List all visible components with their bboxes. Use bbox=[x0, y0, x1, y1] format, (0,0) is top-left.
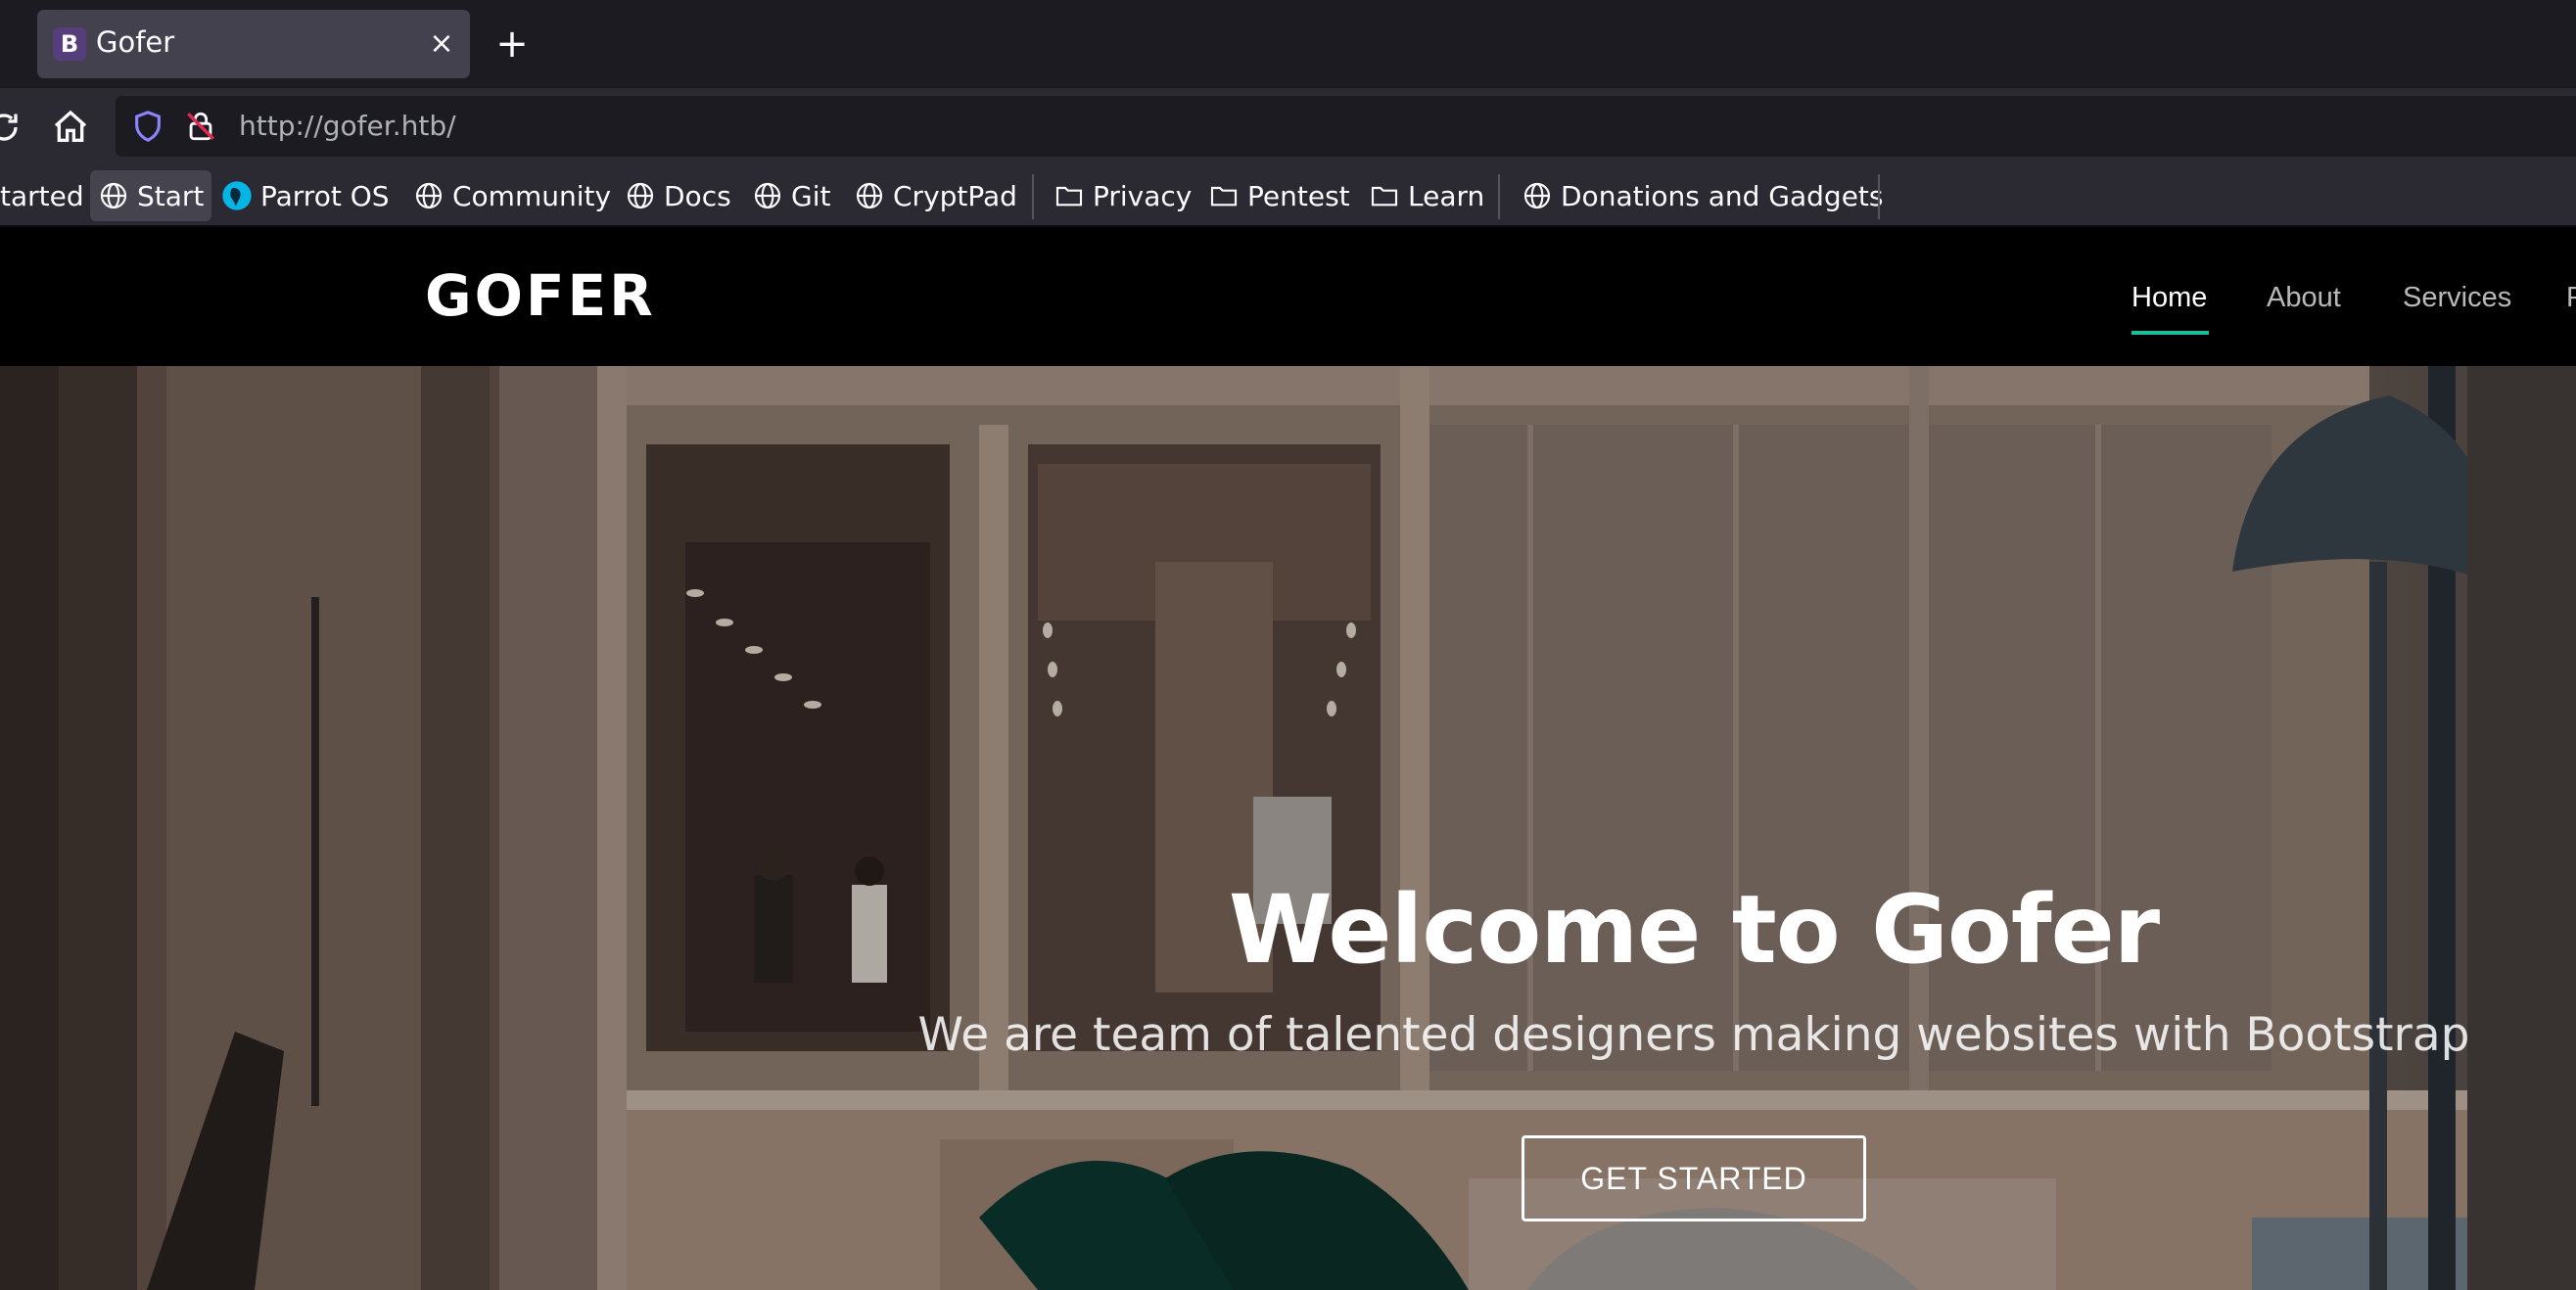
bookmark-donations[interactable]: Donations and Gadgets bbox=[1522, 170, 1884, 221]
url-text[interactable]: http://gofer.htb/ bbox=[239, 110, 456, 142]
bookmark-folder-pentest[interactable]: Pentest bbox=[1208, 170, 1350, 221]
folder-icon bbox=[1371, 186, 1398, 207]
bootstrap-favicon-icon: B bbox=[53, 27, 86, 61]
bookmark-start[interactable]: Start bbox=[90, 170, 212, 221]
bookmark-docs[interactable]: Docs bbox=[625, 170, 731, 221]
folder-icon bbox=[1055, 186, 1083, 207]
bookmark-community[interactable]: Community bbox=[413, 170, 611, 221]
globe-icon bbox=[856, 182, 883, 209]
bookmark-label: CryptPad bbox=[893, 179, 1017, 212]
nav-portfolio[interactable]: P bbox=[2566, 282, 2576, 314]
bookmark-separator bbox=[1032, 174, 1034, 219]
bookmark-git[interactable]: Git bbox=[752, 170, 830, 221]
globe-icon bbox=[754, 182, 781, 209]
new-tab-button[interactable]: + bbox=[490, 22, 535, 67]
shield-icon[interactable] bbox=[131, 110, 164, 143]
browser-tab[interactable]: B Gofer × bbox=[37, 10, 470, 78]
hero-title: Welcome to Gofer bbox=[1228, 875, 2160, 985]
close-tab-icon[interactable]: × bbox=[425, 27, 458, 61]
bookmark-folder-privacy[interactable]: Privacy bbox=[1054, 170, 1192, 221]
nav-about[interactable]: About bbox=[2267, 282, 2341, 314]
nav-home[interactable]: Home bbox=[2131, 282, 2207, 314]
bookmark-label: Docs bbox=[664, 179, 731, 212]
bookmark-label: Donations and Gadgets bbox=[1561, 179, 1884, 212]
globe-icon bbox=[415, 182, 443, 209]
reload-icon[interactable] bbox=[0, 110, 22, 145]
globe-icon bbox=[100, 182, 127, 209]
bookmark-parrot-os[interactable]: Parrot OS bbox=[221, 170, 390, 221]
bookmark-label: Start bbox=[137, 179, 205, 212]
url-bar[interactable] bbox=[116, 96, 2576, 157]
globe-icon bbox=[1523, 182, 1551, 209]
bookmark-label: Pentest bbox=[1247, 179, 1350, 212]
hero-dark-overlay bbox=[0, 366, 2576, 1290]
parrot-icon bbox=[222, 181, 252, 210]
bookmark-folder-learn[interactable]: Learn bbox=[1369, 170, 1484, 221]
nav-active-indicator bbox=[2131, 331, 2209, 335]
bookmark-separator bbox=[1878, 174, 1880, 219]
hero-section: Welcome to Gofer We are team of talented… bbox=[0, 366, 2576, 1290]
bookmark-label: Learn bbox=[1408, 179, 1485, 212]
bookmark-label: tarted bbox=[0, 179, 84, 212]
bookmark-separator bbox=[1498, 174, 1500, 219]
tab-title: Gofer bbox=[96, 25, 175, 59]
bookmark-cryptpad[interactable]: CryptPad bbox=[854, 170, 1017, 221]
bookmark-label: Parrot OS bbox=[260, 179, 390, 212]
folder-icon bbox=[1210, 186, 1238, 207]
insecure-lock-icon[interactable] bbox=[184, 110, 217, 143]
home-icon[interactable] bbox=[51, 108, 90, 147]
site-logo[interactable]: GOFER bbox=[425, 262, 656, 329]
bookmark-label: Community bbox=[452, 179, 612, 212]
bookmark-label: Privacy bbox=[1093, 179, 1193, 212]
browser-tab-bar: B Gofer × + bbox=[0, 0, 2576, 88]
globe-icon bbox=[627, 182, 654, 209]
get-started-button[interactable]: GET STARTED bbox=[1522, 1135, 1866, 1221]
nav-services[interactable]: Services bbox=[2403, 282, 2511, 314]
bookmark-label: Git bbox=[791, 179, 831, 212]
hero-subtitle: We are team of talented designers making… bbox=[917, 1008, 2470, 1062]
bookmark-getting-started[interactable]: tarted bbox=[0, 170, 84, 221]
